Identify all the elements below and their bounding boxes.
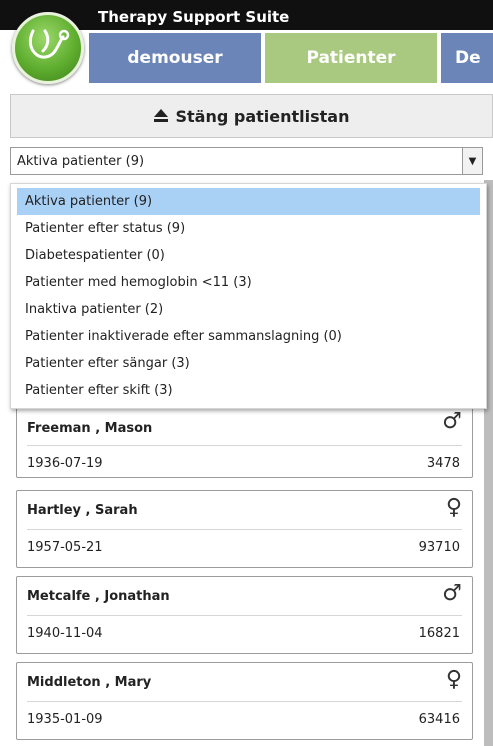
card-divider xyxy=(27,445,462,446)
patient-name: Hartley , Sarah xyxy=(27,503,138,518)
patient-name: Freeman , Mason xyxy=(27,421,153,436)
close-patient-list-button[interactable]: Stäng patientlistan xyxy=(10,94,493,138)
patient-dob: 1935-01-09 xyxy=(27,712,103,727)
patient-id: 16821 xyxy=(418,626,460,641)
male-icon: ♂ xyxy=(442,409,462,434)
filter-option-active[interactable]: Aktiva patienter (9) xyxy=(17,188,480,215)
filter-option-by-status[interactable]: Patienter efter status (9) xyxy=(11,215,486,242)
eject-icon xyxy=(153,107,168,126)
patient-name: Metcalfe , Jonathan xyxy=(27,589,170,604)
patient-id: 63416 xyxy=(418,712,460,727)
tab-next-partial[interactable]: De xyxy=(441,33,493,83)
filter-option-by-beds[interactable]: Patienter efter sängar (3) xyxy=(11,350,486,377)
patient-card[interactable]: Middleton , Mary ♀ 1935-01-09 63416 xyxy=(16,662,473,740)
male-icon: ♂ xyxy=(442,581,462,606)
filter-option-hemoglobin[interactable]: Patienter med hemoglobin <11 (3) xyxy=(11,269,486,296)
patient-id: 93710 xyxy=(418,540,460,555)
patient-dob: 1940-11-04 xyxy=(27,626,103,641)
tab-patients[interactable]: Patienter xyxy=(265,33,437,83)
stethoscope-logo-icon[interactable] xyxy=(12,12,84,84)
filter-option-merged[interactable]: Patienter inaktiverade efter sammanslagn… xyxy=(11,323,486,350)
close-patient-list-label: Stäng patientlistan xyxy=(175,106,350,126)
filter-selected-value: Aktiva patienter (9) xyxy=(17,153,145,169)
dropdown-arrow-icon[interactable]: ▼ xyxy=(462,148,482,174)
app-title: Therapy Support Suite xyxy=(98,8,290,26)
female-icon: ♀ xyxy=(445,495,462,520)
patient-dob: 1957-05-21 xyxy=(27,540,103,555)
patient-card[interactable]: Freeman , Mason ♂ 1936-07-19 3478 xyxy=(16,405,473,478)
app-header: Therapy Support Suite demouser Patienter… xyxy=(0,0,493,88)
patient-filter-select[interactable]: Aktiva patienter (9) ▼ xyxy=(10,147,483,175)
card-divider xyxy=(27,701,462,702)
patient-card[interactable]: Hartley , Sarah ♀ 1957-05-21 93710 xyxy=(16,490,473,568)
tab-user[interactable]: demouser xyxy=(89,33,261,83)
patient-dob: 1936-07-19 xyxy=(27,456,103,471)
card-divider xyxy=(27,615,462,616)
filter-option-by-shift[interactable]: Patienter efter skift (3) xyxy=(11,377,486,404)
patient-name: Middleton , Mary xyxy=(27,675,152,690)
female-icon: ♀ xyxy=(445,667,462,692)
patient-card[interactable]: Metcalfe , Jonathan ♂ 1940-11-04 16821 xyxy=(16,576,473,654)
card-divider xyxy=(27,529,462,530)
patient-id: 3478 xyxy=(426,456,460,471)
filter-option-inactive[interactable]: Inaktiva patienter (2) xyxy=(11,296,486,323)
filter-dropdown-list: Aktiva patienter (9) Patienter efter sta… xyxy=(10,183,487,409)
filter-option-diabetes[interactable]: Diabetespatienter (0) xyxy=(11,242,486,269)
